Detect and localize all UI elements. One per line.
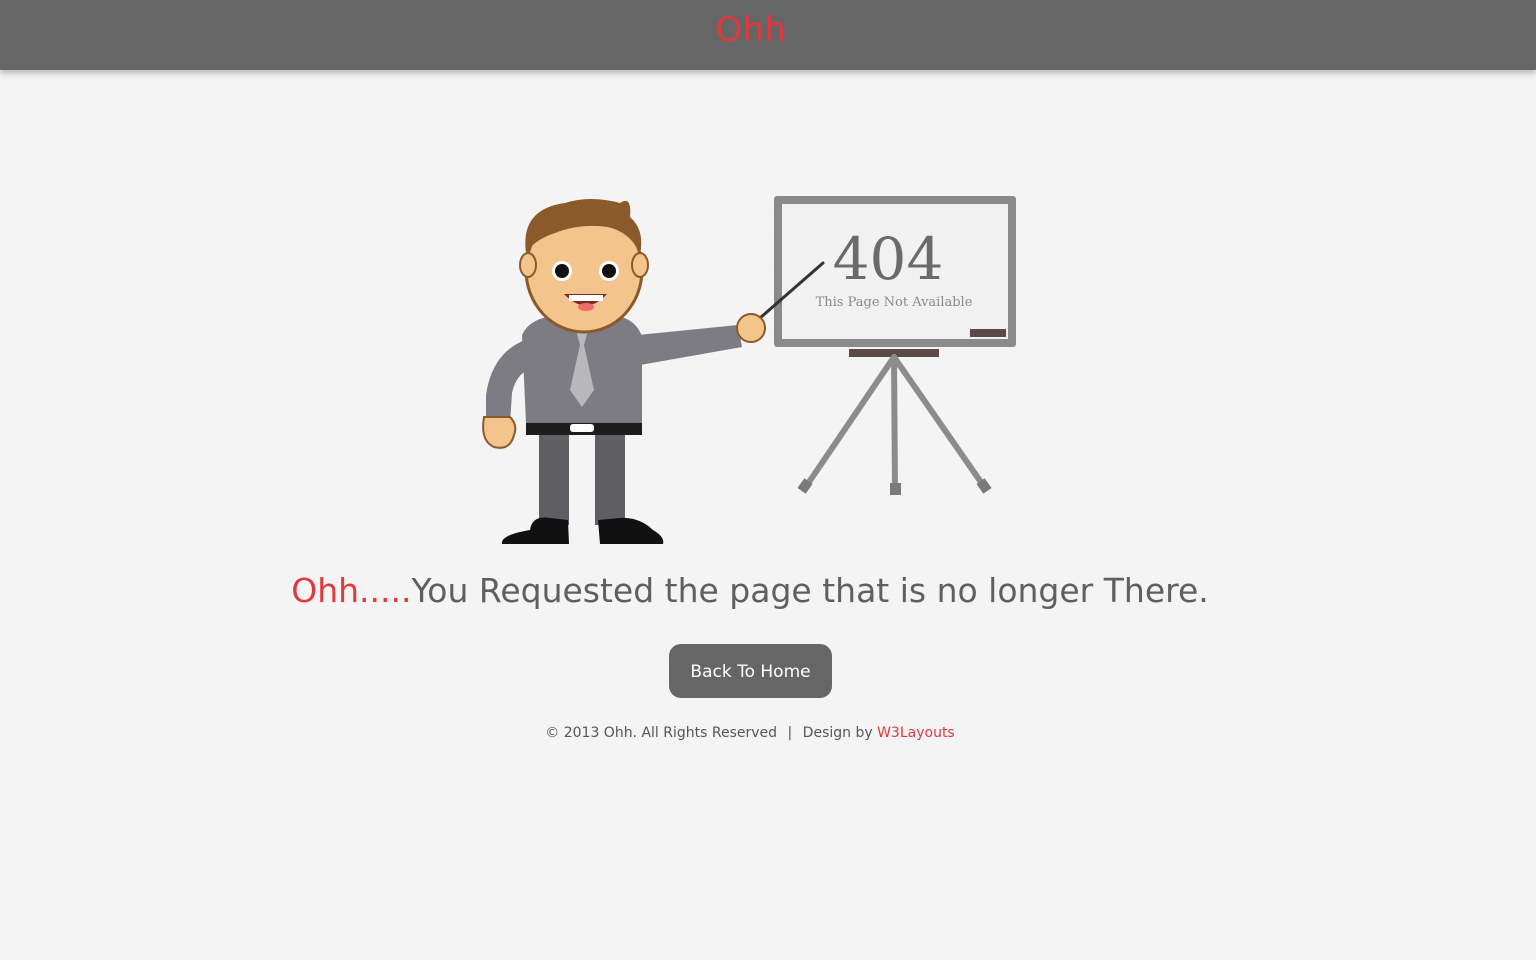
footer-separator: | xyxy=(787,725,793,741)
message-accent: Ohh..... xyxy=(291,571,412,610)
easel: 404 This Page Not Available xyxy=(774,196,1016,495)
presenter-with-board-illustration: 404 This Page Not Available xyxy=(482,196,1016,544)
message-text: You Requested the page that is no longer… xyxy=(411,571,1209,610)
presenter-character xyxy=(482,199,766,544)
back-to-home-button[interactable]: Back To Home xyxy=(669,644,832,698)
footer: © 2013 Ohh. All Rights Reserved | Design… xyxy=(0,722,1500,744)
board-404-text: 404 xyxy=(833,225,944,293)
brand-logo[interactable]: Ohh xyxy=(0,8,1502,52)
w3layouts-link[interactable]: W3Layouts xyxy=(877,725,955,741)
error-illustration: 404 This Page Not Available xyxy=(470,185,1030,555)
top-header-bar: Ohh xyxy=(0,0,1536,70)
board-caption-text: This Page Not Available xyxy=(816,295,973,310)
copyright-text: © 2013 Ohh. All Rights Reserved xyxy=(545,725,778,741)
design-by-text: Design by xyxy=(802,725,873,741)
error-message: Ohh.....You Requested the page that is n… xyxy=(0,566,1500,616)
